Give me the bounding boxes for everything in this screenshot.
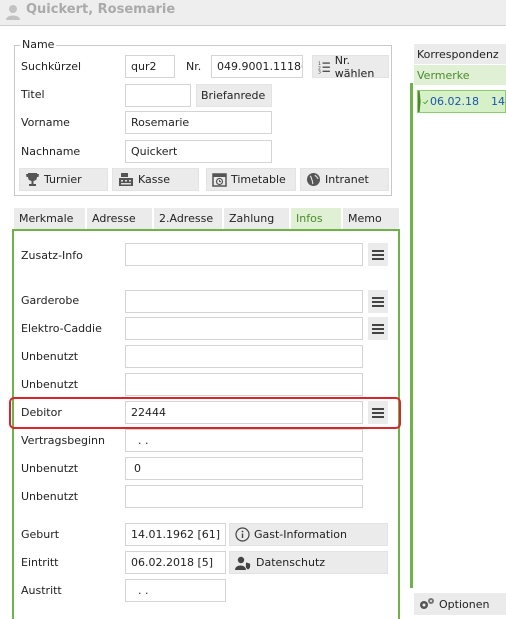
unbenutzt-3-field[interactable]: 0 [125,457,363,480]
unbenutzt-4-label: Unbenutzt [21,490,79,503]
optionen-label: Optionen [439,597,490,611]
checkmark-icon [422,99,428,104]
briefanrede-button[interactable]: Briefanrede [196,84,272,107]
window-title: Quickert, Rosemarie [26,2,176,17]
geburt-label: Geburt [21,528,60,541]
vermerk-entry-date: 06.02.18 [430,95,479,108]
globe-icon [307,173,320,186]
titel-label: Titel [21,88,45,101]
kasse-button[interactable]: Kasse [112,168,199,191]
window-titlebar: Quickert, Rosemarie [0,0,506,26]
timetable-button[interactable]: Timetable [206,168,296,191]
unbenutzt-3-label: Unbenutzt [21,462,79,475]
unbenutzt-4-field[interactable] [125,485,363,508]
tab-infos[interactable]: Infos [291,208,342,229]
detail-tabs: Merkmale Adresse 2.Adresse Zahlung Infos… [14,208,400,229]
turnier-button[interactable]: Turnier [19,168,108,191]
debitor-highlight [9,397,401,429]
unbenutzt-1-field[interactable] [125,345,363,368]
zusatz-info-field[interactable] [125,243,363,266]
vermerk-entry-row[interactable]: 06.02.18 14 [417,90,506,113]
elektro-caddie-field[interactable] [125,317,363,340]
side-panel-border [410,83,413,588]
optionen-button[interactable]: Optionen [414,593,506,615]
eintritt-field[interactable]: 06.02.2018 [5] [125,551,226,574]
tab-adresse[interactable]: Adresse [87,208,153,229]
timetable-label: Timetable [231,173,286,186]
nr-waehlen-label: Nr. wählen [334,53,375,80]
nr-field[interactable]: 049.9001.111860 [211,55,303,78]
elektro-caddie-menu-button[interactable] [368,317,388,340]
info-icon [235,527,250,542]
eintritt-label: Eintritt [21,556,59,569]
tab-memo[interactable]: Memo [343,208,400,229]
gears-icon [420,598,434,609]
unbenutzt-2-field[interactable] [125,373,363,396]
zusatz-info-label: Zusatz-Info [21,249,83,262]
vermerk-entry-extra: 14 [491,95,505,108]
intranet-button[interactable]: Intranet [300,168,389,191]
name-group-legend: Name [20,38,57,51]
elektro-caddie-label: Elektro-Caddie [21,322,102,335]
tab-vermerke[interactable]: Vermerke [414,65,506,85]
unbenutzt-2-label: Unbenutzt [21,378,79,391]
garderobe-menu-button[interactable] [368,290,388,313]
hamburger-menu-icon [372,296,384,307]
suchkuerzel-field[interactable]: qur2 [125,55,175,78]
datenschutz-button[interactable]: Datenschutz [229,551,388,574]
austritt-label: Austritt [21,584,62,597]
row-marker [418,91,421,112]
user-icon [4,3,22,24]
briefanrede-label: Briefanrede [201,89,266,102]
tab-zahlung[interactable]: Zahlung [224,208,290,229]
gast-information-label: Gast-Information [254,528,347,541]
tab-merkmale[interactable]: Merkmale [14,208,86,229]
svg-text:3: 3 [318,69,321,74]
trophy-icon [26,173,39,186]
titel-field[interactable] [125,84,191,107]
tab-korrespondenz[interactable]: Korrespondenz [414,44,506,64]
user-shield-icon [235,556,251,570]
kasse-label: Kasse [138,173,170,186]
vertragsbeginn-label: Vertragsbeginn [21,434,105,447]
garderobe-label: Garderobe [21,294,80,307]
cash-register-icon [119,173,133,186]
intranet-label: Intranet [325,173,369,186]
zusatz-info-menu-button[interactable] [368,243,388,266]
nachname-field[interactable]: Quickert [125,140,272,163]
vorname-field[interactable]: Rosemarie [125,111,272,134]
tab-2-adresse[interactable]: 2.Adresse [154,208,223,229]
suchkuerzel-label: Suchkürzel [21,60,82,73]
datenschutz-label: Datenschutz [256,556,326,569]
vertragsbeginn-field[interactable]: . . [125,429,363,452]
geburt-field[interactable]: 14.01.1962 [61] [125,523,226,546]
hamburger-menu-icon [372,323,384,334]
austritt-field[interactable]: . . [125,579,226,602]
nachname-label: Nachname [21,145,81,158]
hamburger-menu-icon [372,249,384,260]
numbered-list-icon: 1 2 3 [318,61,330,74]
unbenutzt-1-label: Unbenutzt [21,350,79,363]
turnier-label: Turnier [44,173,82,186]
garderobe-field[interactable] [125,290,363,313]
nr-label: Nr. [186,60,202,73]
nr-waehlen-button[interactable]: 1 2 3 Nr. wählen [312,53,389,80]
vorname-label: Vorname [21,116,70,129]
calendar-clock-icon [212,173,227,187]
gast-information-button[interactable]: Gast-Information [229,523,388,546]
